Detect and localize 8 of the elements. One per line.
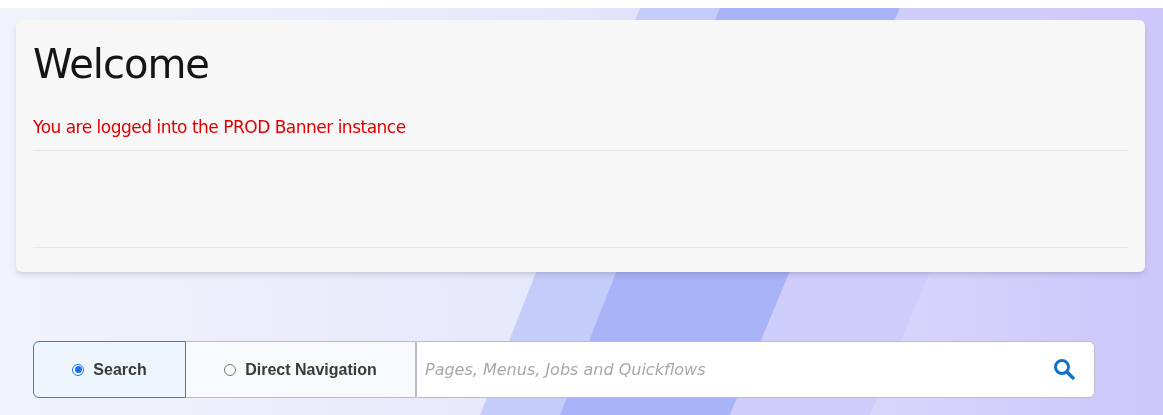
welcome-title: Welcome [33, 40, 209, 89]
search-mode-option[interactable]: Search [33, 341, 186, 398]
login-message: You are logged into the PROD Banner instance [33, 116, 406, 138]
radio-button[interactable] [224, 363, 237, 376]
radio-button[interactable] [72, 363, 85, 376]
search-mode-option[interactable]: Direct Navigation [186, 341, 416, 398]
search-icon[interactable] [1053, 358, 1075, 380]
search-field[interactable]: Pages, Menus, Jobs and Quickflows [416, 341, 1095, 398]
